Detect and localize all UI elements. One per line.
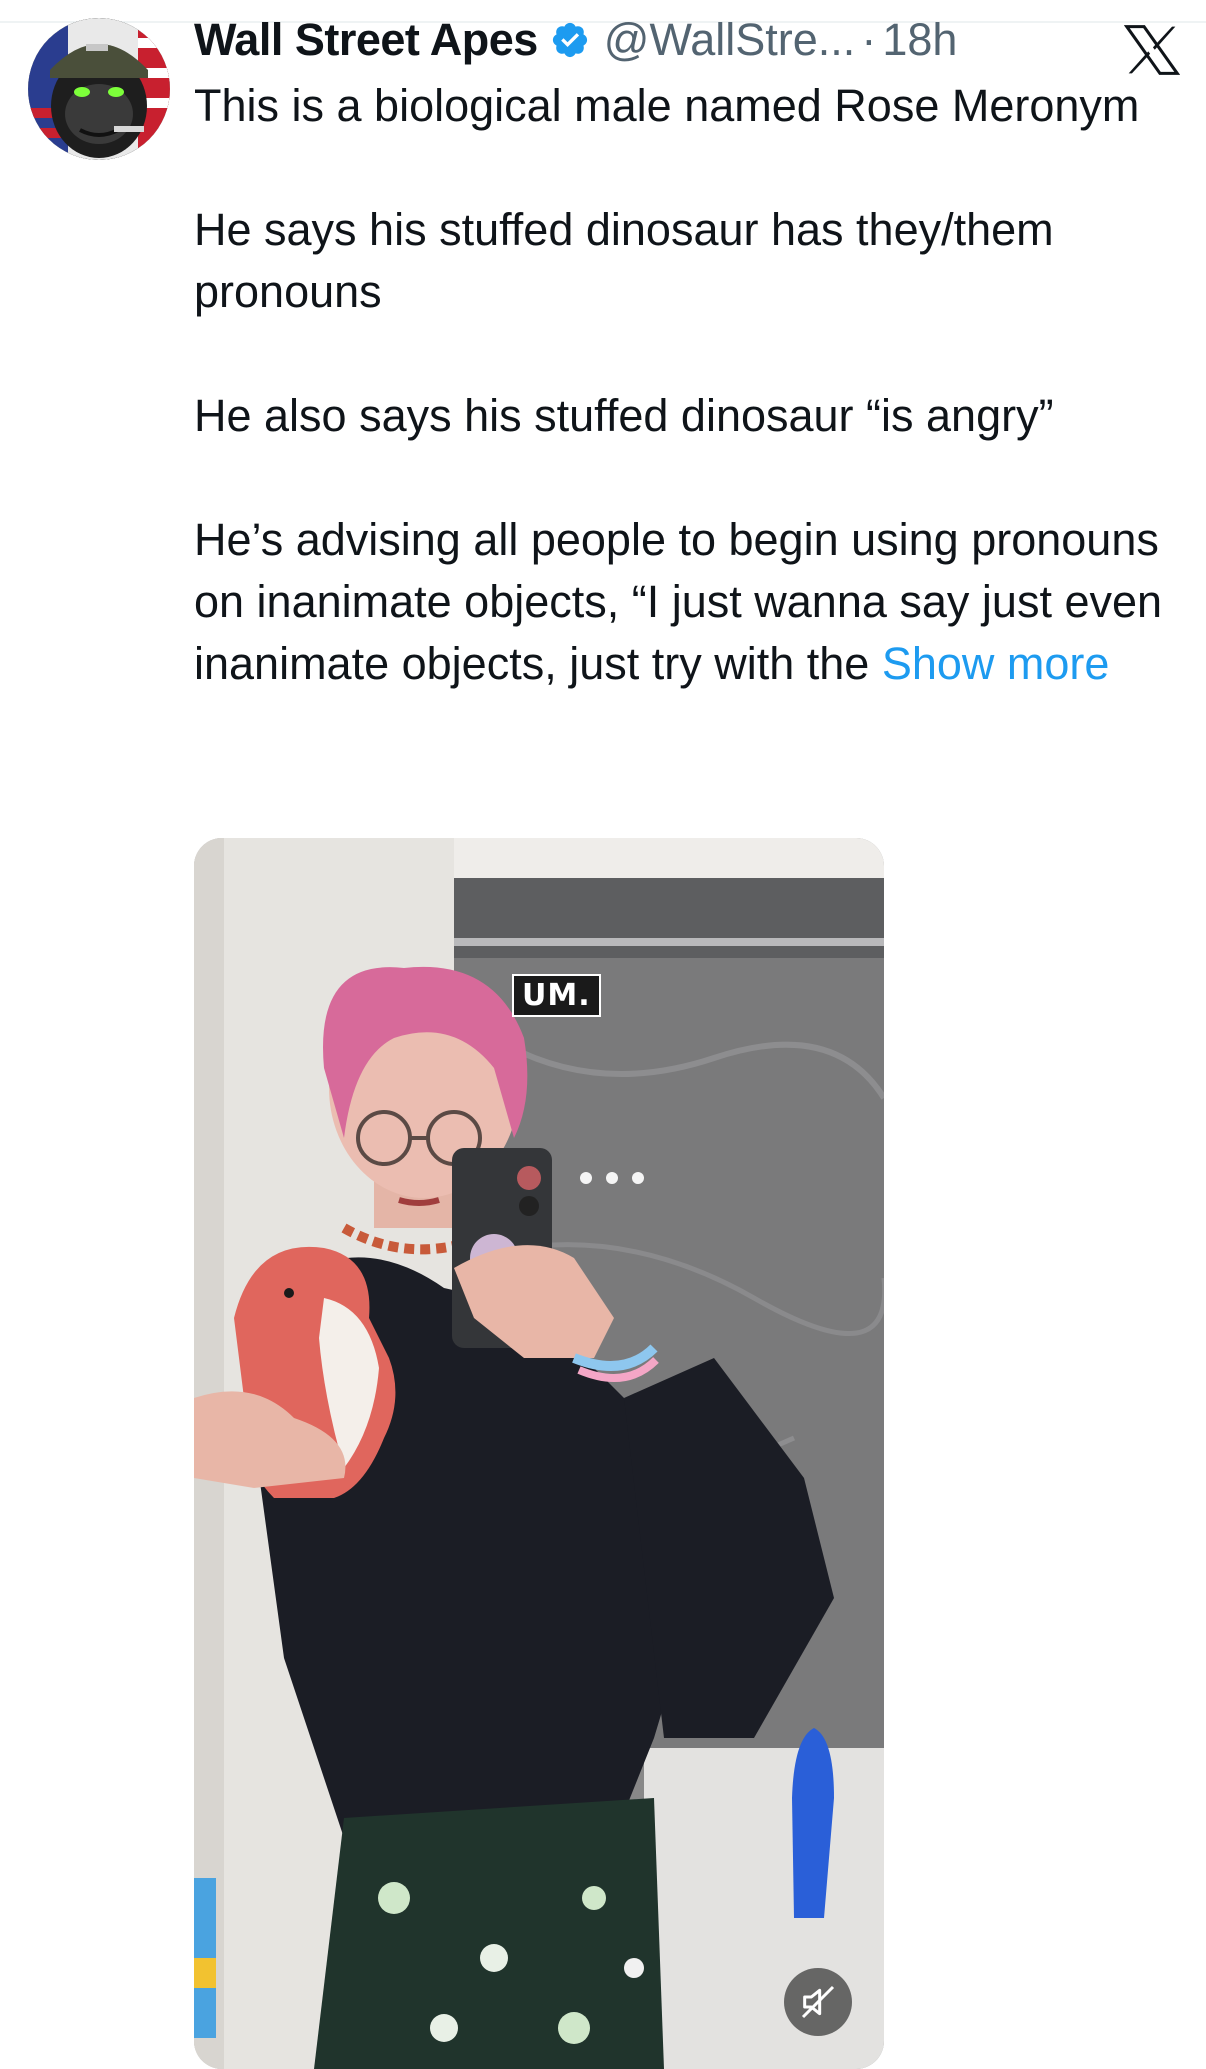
tweet-text: This is a biological male named Rose Mer… [194,75,1184,695]
avatar[interactable] [28,18,170,160]
tweet-paragraph: This is a biological male named Rose Mer… [194,80,1140,131]
tweet-media-video[interactable]: UM. [194,838,884,2069]
x-logo-icon [1124,25,1180,75]
tweet-paragraph: He says his stuffed dinosaur has they/th… [194,204,1054,317]
speaker-muted-icon [801,1985,835,2019]
video-caption: UM. [512,974,601,1017]
show-more-link[interactable]: Show more [882,638,1110,689]
timestamp[interactable]: 18h [882,14,957,66]
verified-badge-icon [552,22,587,58]
mute-button[interactable] [784,1968,852,2036]
tweet-paragraph: He also says his stuffed dinosaur “is an… [194,390,1054,441]
video-frame-image [194,838,884,2069]
author-display-name[interactable]: Wall Street Apes [194,14,538,66]
tweet-view: Wall Street Apes @WallStre... · 18h This… [0,0,1206,2069]
tweet-paragraph: He’s advising all people to begin using … [194,509,1184,695]
tweet-header: Wall Street Apes @WallStre... · 18h [194,10,957,70]
author-handle[interactable]: @WallStre... [604,14,856,66]
separator-dot: · [861,14,877,65]
gorilla-avatar-icon [28,18,170,160]
